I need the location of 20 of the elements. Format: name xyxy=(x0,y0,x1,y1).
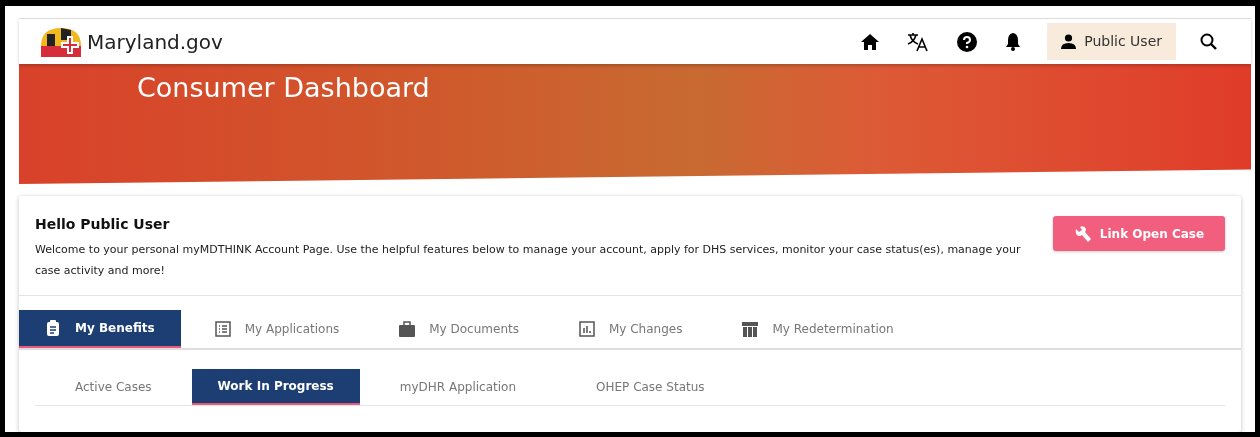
link-open-case-button[interactable]: Link Open Case xyxy=(1053,216,1225,251)
bar-chart-icon xyxy=(578,320,595,337)
list-icon xyxy=(214,320,231,337)
welcome-message: Welcome to your personal myMDTHINK Account Page. Use the helpful features below to manage your account, apply for DHS services, monitor your case status(es), manage your case activity and more! xyxy=(35,241,1022,279)
search-icon[interactable] xyxy=(1200,33,1217,50)
section-tab[interactable]: My Benefits xyxy=(19,309,181,348)
help-icon[interactable] xyxy=(957,31,978,52)
greeting-heading: Hello Public User xyxy=(35,216,171,233)
translate-icon[interactable] xyxy=(907,31,930,52)
site-logo-text[interactable]: Maryland.gov xyxy=(87,26,223,57)
home-icon[interactable] xyxy=(861,33,880,50)
notification-bell-icon[interactable] xyxy=(1005,32,1022,51)
sub-tab[interactable]: Work In Progress xyxy=(191,368,360,405)
briefcase-icon xyxy=(399,320,416,337)
wrench-icon xyxy=(1073,224,1092,243)
user-menu-button[interactable]: Public User xyxy=(1047,23,1176,60)
clipboard-icon xyxy=(45,319,61,336)
calendar-icon xyxy=(742,320,759,337)
person-icon xyxy=(1061,34,1077,49)
page-title: Consumer Dashboard xyxy=(136,71,430,105)
